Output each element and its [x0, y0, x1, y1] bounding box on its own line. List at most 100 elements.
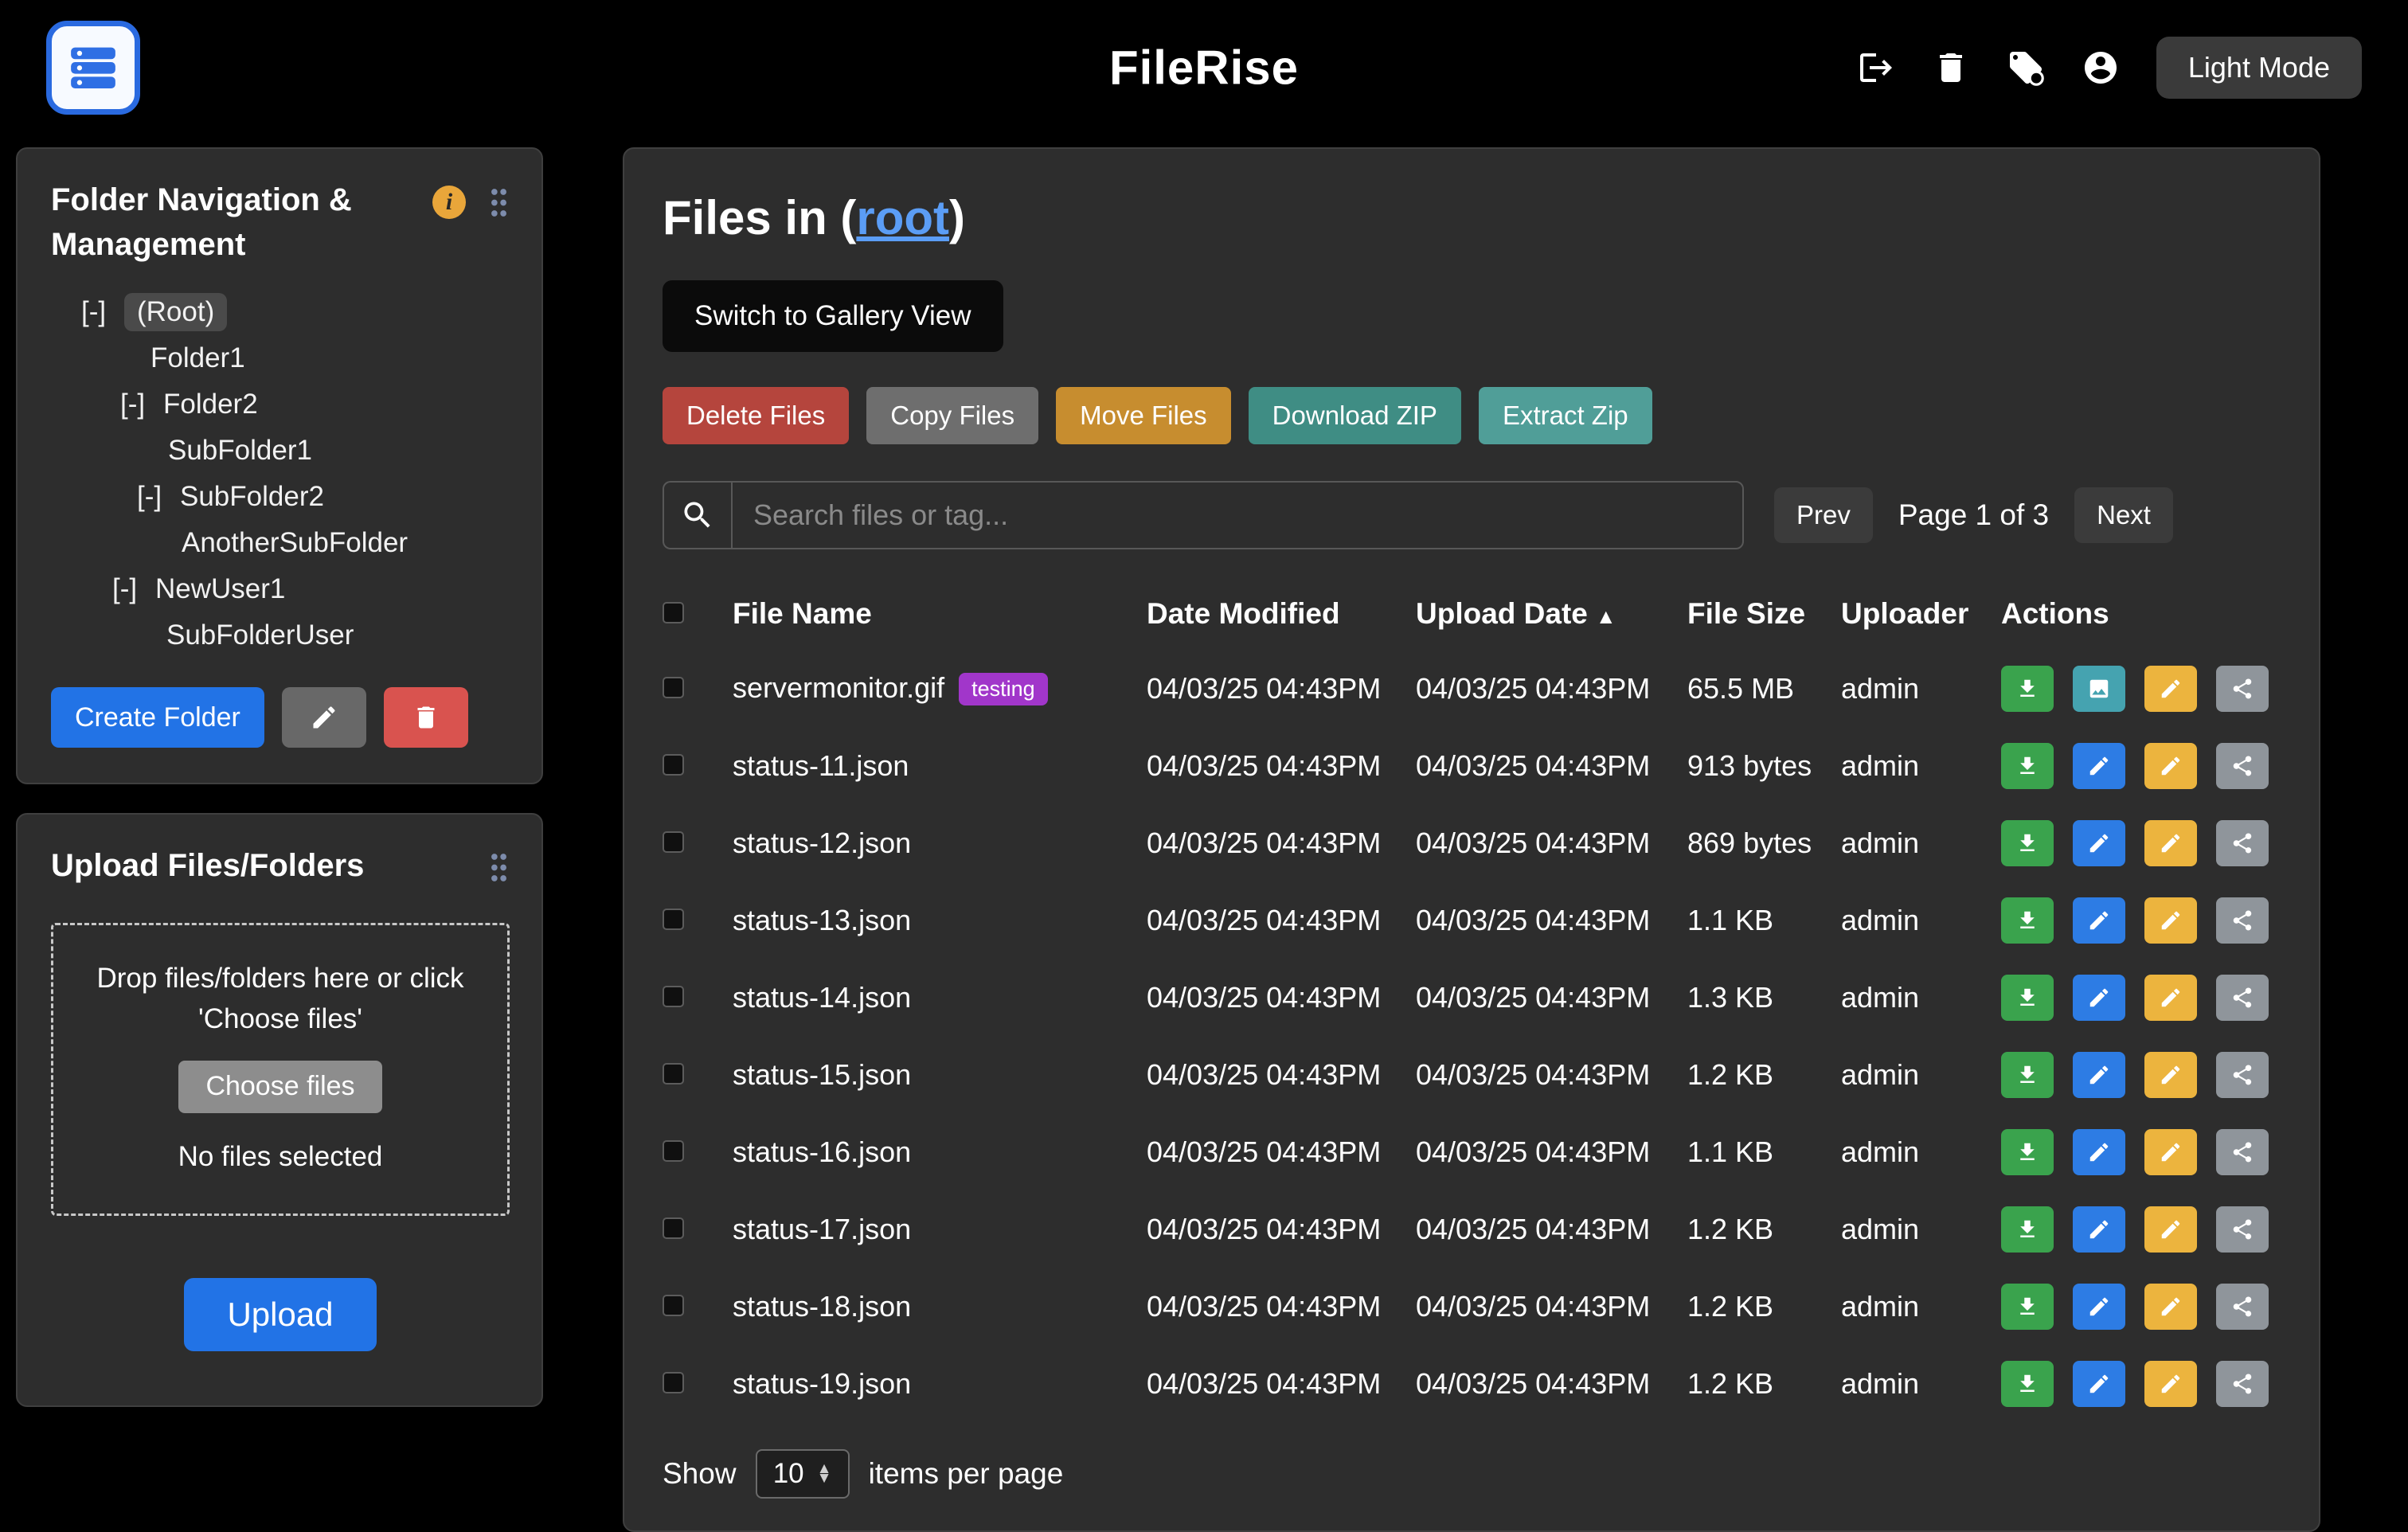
tree-item[interactable]: SubFolderUser: [51, 612, 510, 659]
rename-button[interactable]: [2144, 666, 2197, 712]
edit-button[interactable]: [2073, 1206, 2125, 1253]
rename-button[interactable]: [2144, 1129, 2197, 1175]
file-name[interactable]: status-17.json: [733, 1213, 911, 1245]
share-button[interactable]: [2216, 1284, 2269, 1330]
next-page-button[interactable]: Next: [2074, 487, 2173, 543]
download-button[interactable]: [2001, 1052, 2054, 1098]
share-button[interactable]: [2216, 1361, 2269, 1407]
move-files-button[interactable]: Move Files: [1056, 387, 1231, 444]
root-folder-link[interactable]: root: [856, 191, 949, 244]
drag-handle-icon[interactable]: [488, 851, 510, 884]
row-checkbox[interactable]: [663, 677, 684, 698]
row-checkbox[interactable]: [663, 1140, 684, 1162]
share-button[interactable]: [2216, 897, 2269, 944]
upload-button[interactable]: Upload: [184, 1278, 376, 1351]
file-name[interactable]: status-11.json: [733, 749, 909, 782]
tree-label-selected[interactable]: (Root): [124, 293, 227, 331]
tree-toggle[interactable]: [-]: [120, 389, 163, 420]
col-uploader[interactable]: Uploader: [1841, 597, 2001, 631]
rename-button[interactable]: [2144, 975, 2197, 1021]
user-profile-button[interactable]: [2082, 49, 2120, 87]
file-name[interactable]: status-15.json: [733, 1058, 911, 1091]
tree-label[interactable]: Folder1: [150, 342, 245, 374]
share-button[interactable]: [2216, 743, 2269, 789]
tree-item[interactable]: Folder1: [51, 335, 510, 381]
tree-item[interactable]: [-] NewUser1: [51, 566, 510, 612]
file-dropzone[interactable]: Drop files/folders here or click 'Choose…: [51, 923, 510, 1216]
tree-item[interactable]: AnotherSubFolder: [51, 520, 510, 566]
file-name[interactable]: status-13.json: [733, 904, 911, 936]
edit-button[interactable]: [2073, 1129, 2125, 1175]
download-button[interactable]: [2001, 1206, 2054, 1253]
tag-manager-button[interactable]: [2007, 49, 2045, 87]
share-button[interactable]: [2216, 1052, 2269, 1098]
row-checkbox[interactable]: [663, 1372, 684, 1393]
row-checkbox[interactable]: [663, 909, 684, 930]
rename-button[interactable]: [2144, 1284, 2197, 1330]
edit-button[interactable]: [2073, 897, 2125, 944]
share-button[interactable]: [2216, 975, 2269, 1021]
tree-label[interactable]: AnotherSubFolder: [182, 527, 408, 559]
rename-button[interactable]: [2144, 897, 2197, 944]
col-file-name[interactable]: File Name: [733, 597, 1147, 631]
search-input[interactable]: [731, 481, 1744, 549]
download-button[interactable]: [2001, 975, 2054, 1021]
rename-button[interactable]: [2144, 1052, 2197, 1098]
prev-page-button[interactable]: Prev: [1774, 487, 1873, 543]
download-button[interactable]: [2001, 1129, 2054, 1175]
row-checkbox[interactable]: [663, 986, 684, 1007]
rename-button[interactable]: [2144, 820, 2197, 866]
edit-button[interactable]: [2073, 1361, 2125, 1407]
rename-button[interactable]: [2144, 743, 2197, 789]
logout-button[interactable]: [1857, 49, 1895, 87]
tree-toggle[interactable]: [-]: [137, 481, 180, 513]
col-upload-date[interactable]: Upload Date▲: [1416, 597, 1687, 631]
share-button[interactable]: [2216, 1129, 2269, 1175]
tree-label[interactable]: SubFolder1: [168, 435, 312, 467]
edit-button[interactable]: [2073, 743, 2125, 789]
file-name[interactable]: status-14.json: [733, 981, 911, 1014]
tree-item-root[interactable]: [-] (Root): [51, 289, 510, 335]
light-mode-toggle[interactable]: Light Mode: [2156, 37, 2362, 99]
rename-folder-button[interactable]: [282, 687, 366, 748]
extract-zip-button[interactable]: Extract Zip: [1479, 387, 1652, 444]
row-checkbox[interactable]: [663, 754, 684, 776]
info-icon[interactable]: i: [432, 186, 466, 219]
tree-item[interactable]: [-] SubFolder2: [51, 474, 510, 520]
tree-label[interactable]: NewUser1: [155, 573, 285, 605]
items-per-page-select[interactable]: 10 ▲▼: [756, 1449, 850, 1499]
copy-files-button[interactable]: Copy Files: [866, 387, 1038, 444]
row-checkbox[interactable]: [663, 1295, 684, 1316]
create-folder-button[interactable]: Create Folder: [51, 687, 264, 748]
download-button[interactable]: [2001, 897, 2054, 944]
rename-button[interactable]: [2144, 1206, 2197, 1253]
trash-button[interactable]: [1932, 49, 1970, 87]
tree-label[interactable]: SubFolderUser: [166, 619, 354, 651]
download-button[interactable]: [2001, 1284, 2054, 1330]
rename-button[interactable]: [2144, 1361, 2197, 1407]
gallery-view-button[interactable]: Switch to Gallery View: [663, 280, 1003, 352]
delete-files-button[interactable]: Delete Files: [663, 387, 849, 444]
edit-button[interactable]: [2073, 975, 2125, 1021]
choose-files-button[interactable]: Choose files: [178, 1061, 381, 1113]
file-name[interactable]: status-12.json: [733, 827, 911, 859]
drag-handle-icon[interactable]: [488, 186, 510, 219]
tree-item[interactable]: [-] Folder2: [51, 381, 510, 428]
edit-button[interactable]: [2073, 1284, 2125, 1330]
download-button[interactable]: [2001, 820, 2054, 866]
share-button[interactable]: [2216, 1206, 2269, 1253]
row-checkbox[interactable]: [663, 1063, 684, 1085]
download-button[interactable]: [2001, 1361, 2054, 1407]
file-name[interactable]: status-16.json: [733, 1135, 911, 1168]
app-logo[interactable]: [46, 21, 140, 115]
share-button[interactable]: [2216, 666, 2269, 712]
tree-toggle[interactable]: [-]: [81, 296, 124, 328]
edit-button[interactable]: [2073, 820, 2125, 866]
tree-item[interactable]: SubFolder1: [51, 428, 510, 474]
preview-button[interactable]: [2073, 666, 2125, 712]
download-button[interactable]: [2001, 666, 2054, 712]
tree-toggle[interactable]: [-]: [112, 573, 155, 605]
file-name[interactable]: servermonitor.gif: [733, 671, 944, 704]
tree-label[interactable]: SubFolder2: [180, 481, 324, 513]
col-file-size[interactable]: File Size: [1687, 597, 1841, 631]
